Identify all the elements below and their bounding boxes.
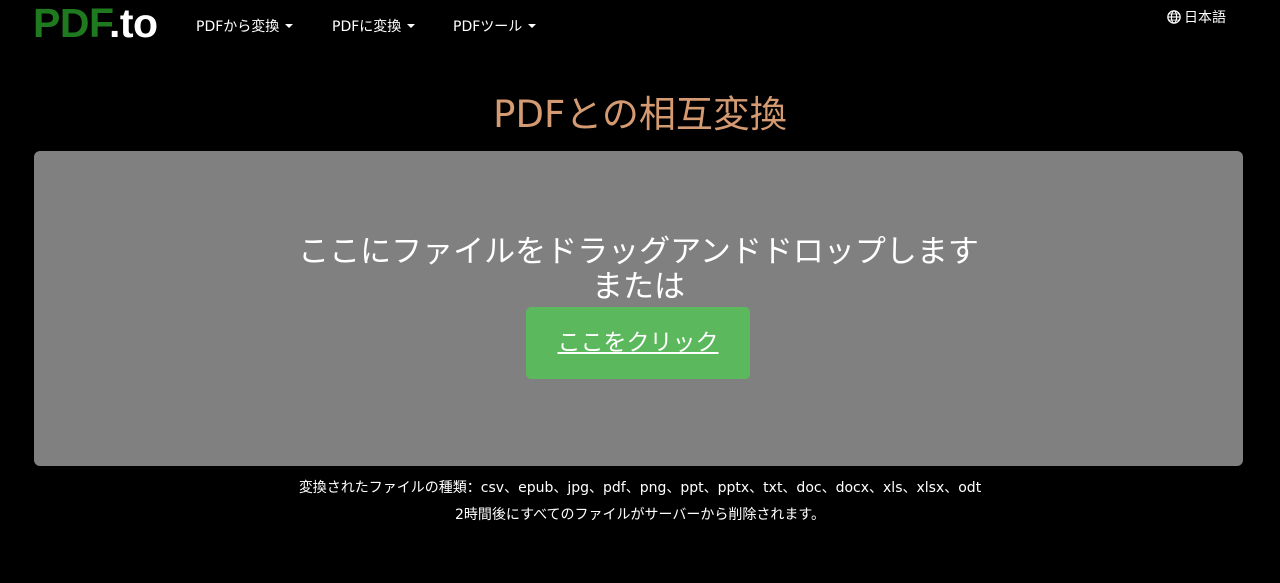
upload-click-button[interactable]: ここをクリック [526, 307, 750, 379]
globe-icon [1167, 10, 1181, 24]
caret-down-icon [407, 24, 416, 28]
top-navbar: PDF.to PDFから変換 PDFに変換 PDFツール 日本語 [0, 0, 1280, 52]
nav-convert-to-pdf[interactable]: PDFに変換 [332, 17, 416, 37]
dropzone-instruction: ここにファイルをドラッグアンドドロップします [298, 234, 979, 270]
language-label: 日本語 [1184, 10, 1226, 26]
caret-down-icon [528, 24, 537, 28]
nav-item-label: PDFツール [453, 19, 523, 35]
language-selector[interactable]: 日本語 [1167, 9, 1226, 27]
file-dropzone[interactable]: ここにファイルをドラッグアンドドロップします または ここをクリック [34, 151, 1243, 466]
supported-formats-text: 変換されたファイルの種類：csv、epub、jpg、pdf、png、ppt、pp… [298, 480, 982, 496]
logo-to-text: .to [108, 0, 158, 46]
nav-convert-from-pdf[interactable]: PDFから変換 [196, 17, 294, 37]
caret-down-icon [285, 24, 294, 28]
nav-item-label: PDFから変換 [196, 19, 280, 35]
nav-item-label: PDFに変換 [332, 19, 402, 35]
nav-pdf-tools[interactable]: PDFツール [453, 17, 537, 37]
site-logo[interactable]: PDF.to [33, 0, 158, 46]
logo-pdf-text: PDF [33, 0, 109, 46]
page-title: PDFとの相互変換 [493, 93, 787, 136]
deletion-notice-text: 2時間後にすべてのファイルがサーバーから削除されます。 [455, 507, 825, 523]
dropzone-or-text: または [592, 269, 685, 305]
